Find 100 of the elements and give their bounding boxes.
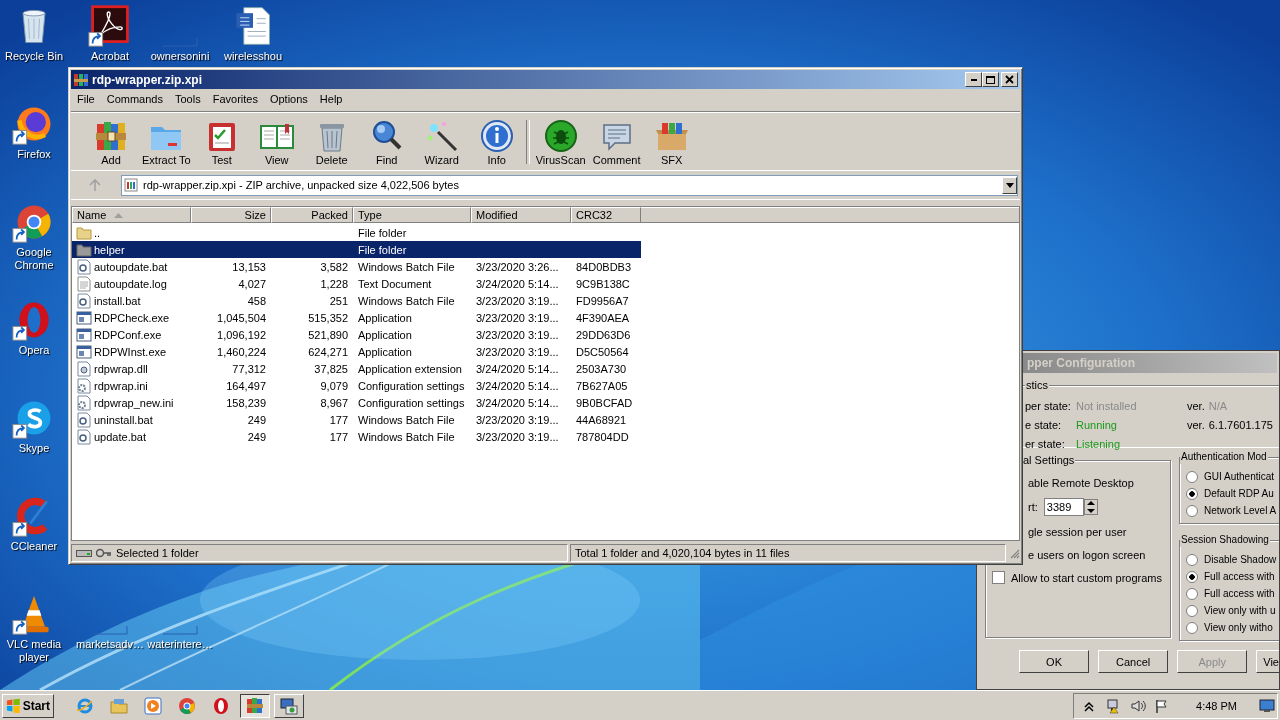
file-row[interactable]: rdpwrap.ini 164,497 9,079 Configuration settings 3/24/2020 5:14... 7B627A05 [72, 377, 641, 394]
file-row[interactable]: update.bat 249 177 Windows Batch File 3/23/2020 3:19... 787804DD [72, 428, 641, 445]
minimize-button[interactable] [965, 72, 982, 87]
menu-item[interactable]: Options [263, 92, 314, 106]
volume-button[interactable] [1128, 697, 1149, 714]
toolbar-button[interactable]: VirusScan [533, 118, 588, 170]
dialog-button[interactable]: Cancel [1098, 650, 1169, 673]
file-name: uninstall.bat [94, 413, 153, 426]
icon-label[interactable]: Opera [18, 344, 50, 357]
file-row[interactable]: RDPConf.exe 1,096,192 521,890 Application 3/23/2020 3:19... 29DD63D6 [72, 326, 641, 343]
table-cell: 3/24/2020 5:14... [476, 277, 559, 290]
icon-label[interactable]: CCleaner [10, 540, 58, 553]
windows-logo-icon [6, 697, 21, 714]
table-cell: 9C9B138C [576, 277, 630, 290]
file-row[interactable]: helper File folder [72, 241, 641, 258]
close-button[interactable] [1001, 72, 1018, 87]
column-header[interactable]: Size [191, 207, 271, 223]
radio-button[interactable] [1186, 504, 1198, 517]
file-name: RDPWInst.exe [94, 345, 167, 358]
file-row[interactable]: RDPCheck.exe 1,045,504 515,352 Application 3/23/2020 3:19... 4F390AEA [72, 309, 641, 326]
toolbar-button[interactable]: Find [360, 118, 413, 170]
dropdown-button[interactable] [1002, 176, 1017, 194]
toolbar-button[interactable]: Info [470, 118, 523, 170]
checkbox[interactable] [992, 571, 1005, 584]
radio-button[interactable] [1186, 570, 1198, 583]
file-row[interactable]: rdpwrap.dll 77,312 37,825 Application extension 3/24/2020 5:14... 2503A730 [72, 360, 641, 377]
icon-label[interactable]: VLC media player [0, 638, 69, 664]
icon-label[interactable]: wirelesshou [223, 50, 283, 63]
radio-button[interactable] [1186, 553, 1198, 566]
icon-label[interactable]: Acrobat [91, 50, 129, 63]
icon-label[interactable]: Firefox [17, 148, 51, 161]
status-value: Running [1076, 418, 1118, 431]
toolbar-button[interactable]: SFX [645, 118, 698, 170]
toolbar-button[interactable]: View [250, 118, 303, 170]
table-cell: 9B0BCFAD [576, 396, 633, 409]
menu-item[interactable]: Favorites [206, 92, 264, 106]
table-cell: File folder [358, 243, 407, 256]
column-header[interactable]: Modified [471, 207, 571, 223]
menu-item[interactable]: File [71, 92, 101, 106]
column-header[interactable]: Name [72, 207, 191, 223]
icon-label[interactable]: Recycle Bin [4, 50, 64, 63]
spin-icon [1083, 499, 1098, 515]
column-header[interactable]: Packed [271, 207, 353, 223]
input-field[interactable]: 3389 [1043, 498, 1084, 516]
column-header[interactable]: CRC32 [571, 207, 641, 223]
radio-button[interactable] [1186, 621, 1198, 634]
toolbar-button[interactable]: Extract To [140, 118, 193, 170]
toolbar-button[interactable]: Test [195, 118, 248, 170]
toolbar-button[interactable]: Wizard [415, 118, 468, 170]
toolbar-button[interactable]: Add [85, 118, 137, 170]
toolbar-button[interactable]: Delete [305, 118, 358, 170]
menu-item[interactable]: Tools [169, 92, 207, 106]
table-cell: 9,079 [320, 379, 348, 392]
file-row[interactable]: autoupdate.log 4,027 1,228 Text Document 3/24/2020 5:14... 9C9B138C [72, 275, 641, 292]
menu-item[interactable]: Help [313, 92, 349, 106]
file-row[interactable]: .. File folder [72, 224, 641, 241]
dialog-button[interactable]: OK [1019, 650, 1090, 673]
status-text: Selected 1 folder [116, 546, 199, 559]
group-label: Authentication Mod [1180, 450, 1268, 464]
file-row[interactable]: uninstall.bat 249 177 Windows Batch File 3/23/2020 3:19... 44A68921 [72, 411, 641, 428]
table-cell: 2503A730 [576, 362, 627, 375]
menu-item[interactable]: Commands [100, 92, 169, 106]
status-value: Listening [1076, 437, 1122, 450]
toolbar-button[interactable]: Comment [590, 118, 643, 170]
column-header[interactable]: Type [353, 207, 471, 223]
file-name: rdpwrap_new.ini [94, 396, 174, 409]
show-desktop-button[interactable] [1259, 698, 1275, 713]
up-arrow-icon [89, 179, 101, 191]
caret-icon [1005, 182, 1014, 188]
table-cell: 4F390AEA [576, 311, 630, 324]
field-label: e state: [1025, 418, 1063, 431]
group-label: al Settings [1022, 453, 1076, 467]
start-button[interactable]: Start [2, 693, 54, 718]
radio-button[interactable] [1186, 604, 1198, 617]
file-row[interactable]: autoupdate.bat 13,153 3,582 Windows Batch File 3/23/2020 3:26... 84D0BDB3 [72, 258, 641, 275]
radio-label: Full access with [1204, 571, 1275, 582]
taskbar-button[interactable] [240, 693, 270, 718]
file-row[interactable]: install.bat 458 251 Windows Batch File 3/23/2020 3:19... FD9956A7 [72, 292, 641, 309]
radio-button[interactable] [1186, 470, 1198, 483]
radio-button[interactable] [1186, 587, 1198, 600]
field-label: ver. [1187, 418, 1205, 431]
folder-icon [110, 696, 128, 715]
bug-icon [542, 118, 579, 154]
radio-button[interactable] [1186, 487, 1198, 500]
radio-label: Full access with [1204, 588, 1275, 599]
icon-label[interactable]: ownersonini [150, 50, 210, 63]
path-field[interactable]: rdp-wrapper.zip.xpi - ZIP archive, unpacked size 4,022,506 bytes [121, 174, 1018, 196]
file-row[interactable]: RDPWInst.exe 1,460,224 624,271 Application 3/23/2020 3:19... D5C50564 [72, 343, 641, 360]
table-cell: File folder [358, 226, 407, 239]
file-row[interactable]: rdpwrap_new.ini 158,239 8,967 Configuration settings 3/24/2020 5:14... 9B0BCFAD [72, 394, 641, 411]
icon-label[interactable]: Skype [18, 442, 50, 455]
maximize-button[interactable] [982, 72, 999, 87]
file-name: install.bat [94, 294, 141, 307]
clock[interactable]: 4:48 PM [1196, 699, 1237, 712]
status-text: Total 1 folder and 4,020,104 bytes in 11 files [575, 546, 790, 559]
table-cell: Windows Batch File [358, 413, 455, 426]
close-icon [1005, 75, 1014, 84]
group-label: Session Shadowing [1180, 533, 1270, 547]
dialog-button[interactable]: Vie [1256, 650, 1279, 673]
icon-label[interactable]: Google Chrome [0, 246, 69, 272]
